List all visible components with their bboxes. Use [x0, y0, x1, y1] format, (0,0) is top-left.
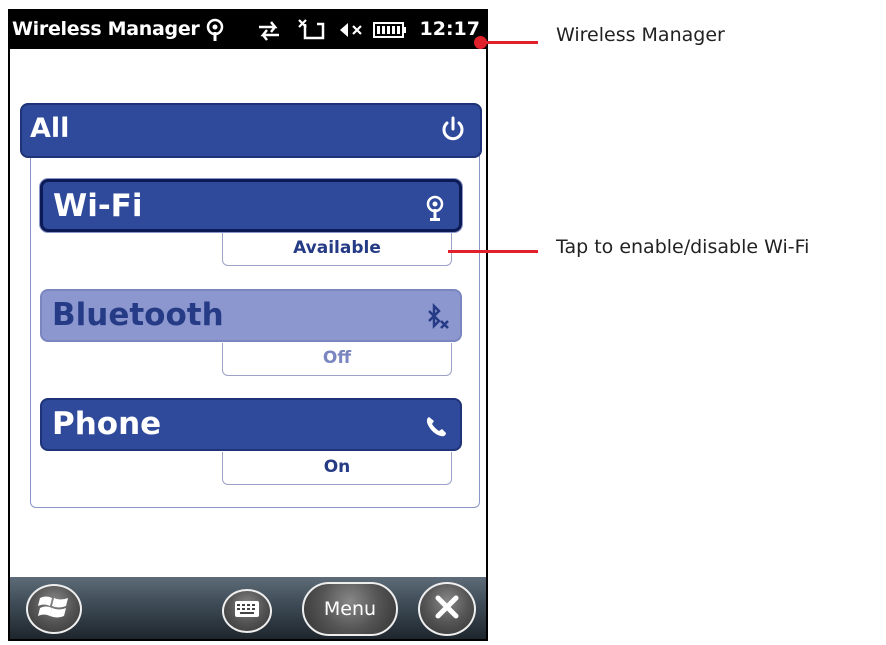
phone-toggle[interactable]: Phone	[40, 398, 462, 451]
phone-label: Phone	[52, 406, 162, 442]
phone-icon	[422, 412, 450, 440]
keyboard-icon	[234, 600, 260, 622]
clock[interactable]: 12:17	[420, 18, 480, 40]
all-label: All	[30, 113, 70, 144]
app-title: Wireless Manager	[12, 18, 200, 40]
close-button[interactable]	[418, 582, 476, 636]
title-bar: Wireless Manager 12:17	[10, 11, 486, 49]
no-signal-icon[interactable]	[296, 17, 326, 43]
windows-start-icon	[37, 592, 71, 626]
battery-icon[interactable]	[372, 17, 408, 43]
bluetooth-label: Bluetooth	[52, 297, 224, 333]
wifi-callout-line	[448, 250, 538, 253]
wifi-signal-icon[interactable]	[202, 17, 228, 43]
wifi-callout-text: Tap to enable/disable Wi-Fi	[556, 236, 810, 258]
bluetooth-toggle[interactable]: Bluetooth	[40, 289, 462, 342]
speaker-muted-icon[interactable]	[336, 17, 366, 43]
all-toggle[interactable]: All	[20, 103, 482, 158]
wifi-label: Wi-Fi	[53, 188, 143, 224]
keyboard-button[interactable]	[222, 589, 272, 633]
title-callout-line	[480, 41, 538, 44]
title-callout-text: Wireless Manager	[556, 24, 725, 46]
wifi-toggle[interactable]: Wi-Fi	[40, 179, 462, 232]
wifi-icon	[421, 194, 449, 222]
phone-status[interactable]: On	[222, 452, 452, 485]
power-icon	[438, 115, 468, 145]
close-icon	[433, 593, 461, 625]
sync-arrows-icon[interactable]	[254, 17, 284, 43]
bluetooth-status[interactable]: Off	[222, 343, 452, 376]
bluetooth-off-icon	[422, 302, 450, 331]
menu-button[interactable]: Menu	[302, 582, 398, 636]
wifi-status[interactable]: Available	[222, 233, 452, 266]
softkey-bar: Menu	[10, 577, 486, 639]
device-screen: Wireless Manager 12:17 All Wi-Fi Availab…	[8, 9, 488, 641]
start-button[interactable]	[26, 584, 82, 634]
